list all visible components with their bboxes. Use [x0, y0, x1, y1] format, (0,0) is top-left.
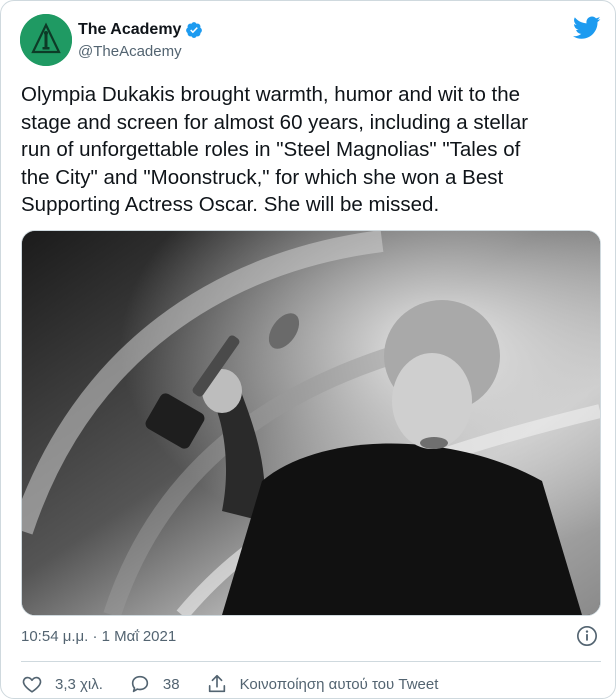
share-icon	[208, 674, 225, 693]
reply-count: 38	[162, 675, 180, 693]
tweet-card: The Academy @TheAcademy Olympia Dukakis …	[0, 0, 616, 699]
verified-badge-icon	[186, 22, 203, 38]
academy-logo-icon	[20, 14, 72, 66]
avatar[interactable]	[20, 14, 72, 66]
display-name-row: The Academy	[78, 20, 203, 40]
twitter-bird-icon[interactable]	[573, 16, 601, 40]
oscar-winner-photo	[22, 231, 600, 615]
comment-icon	[131, 675, 149, 693]
account-names: The Academy @TheAcademy	[78, 20, 203, 60]
divider	[21, 661, 601, 662]
tweet-timestamp[interactable]: 10:54 μ.μ. · 1 Μαΐ 2021	[21, 628, 176, 645]
tweet-actions: 3,3 χιλ. 38 Κοινοποίηση αυτού του Tweet	[21, 671, 464, 697]
heart-icon	[22, 676, 42, 693]
info-icon[interactable]	[576, 625, 598, 647]
reply-button[interactable]: 38	[129, 673, 180, 695]
tweet-text: Olympia Dukakis brought warmth, humor an…	[21, 83, 529, 216]
display-name[interactable]: The Academy	[78, 21, 181, 39]
share-label: Κοινοποίηση αυτού του Tweet	[239, 675, 439, 693]
tweet-header: The Academy @TheAcademy	[20, 14, 601, 66]
share-button[interactable]: Κοινοποίηση αυτού του Tweet	[206, 673, 439, 695]
like-button[interactable]: 3,3 χιλ.	[21, 673, 103, 695]
like-count: 3,3 χιλ.	[55, 675, 103, 693]
tweet-photo[interactable]	[21, 230, 601, 616]
account-handle[interactable]: @TheAcademy	[78, 43, 203, 60]
